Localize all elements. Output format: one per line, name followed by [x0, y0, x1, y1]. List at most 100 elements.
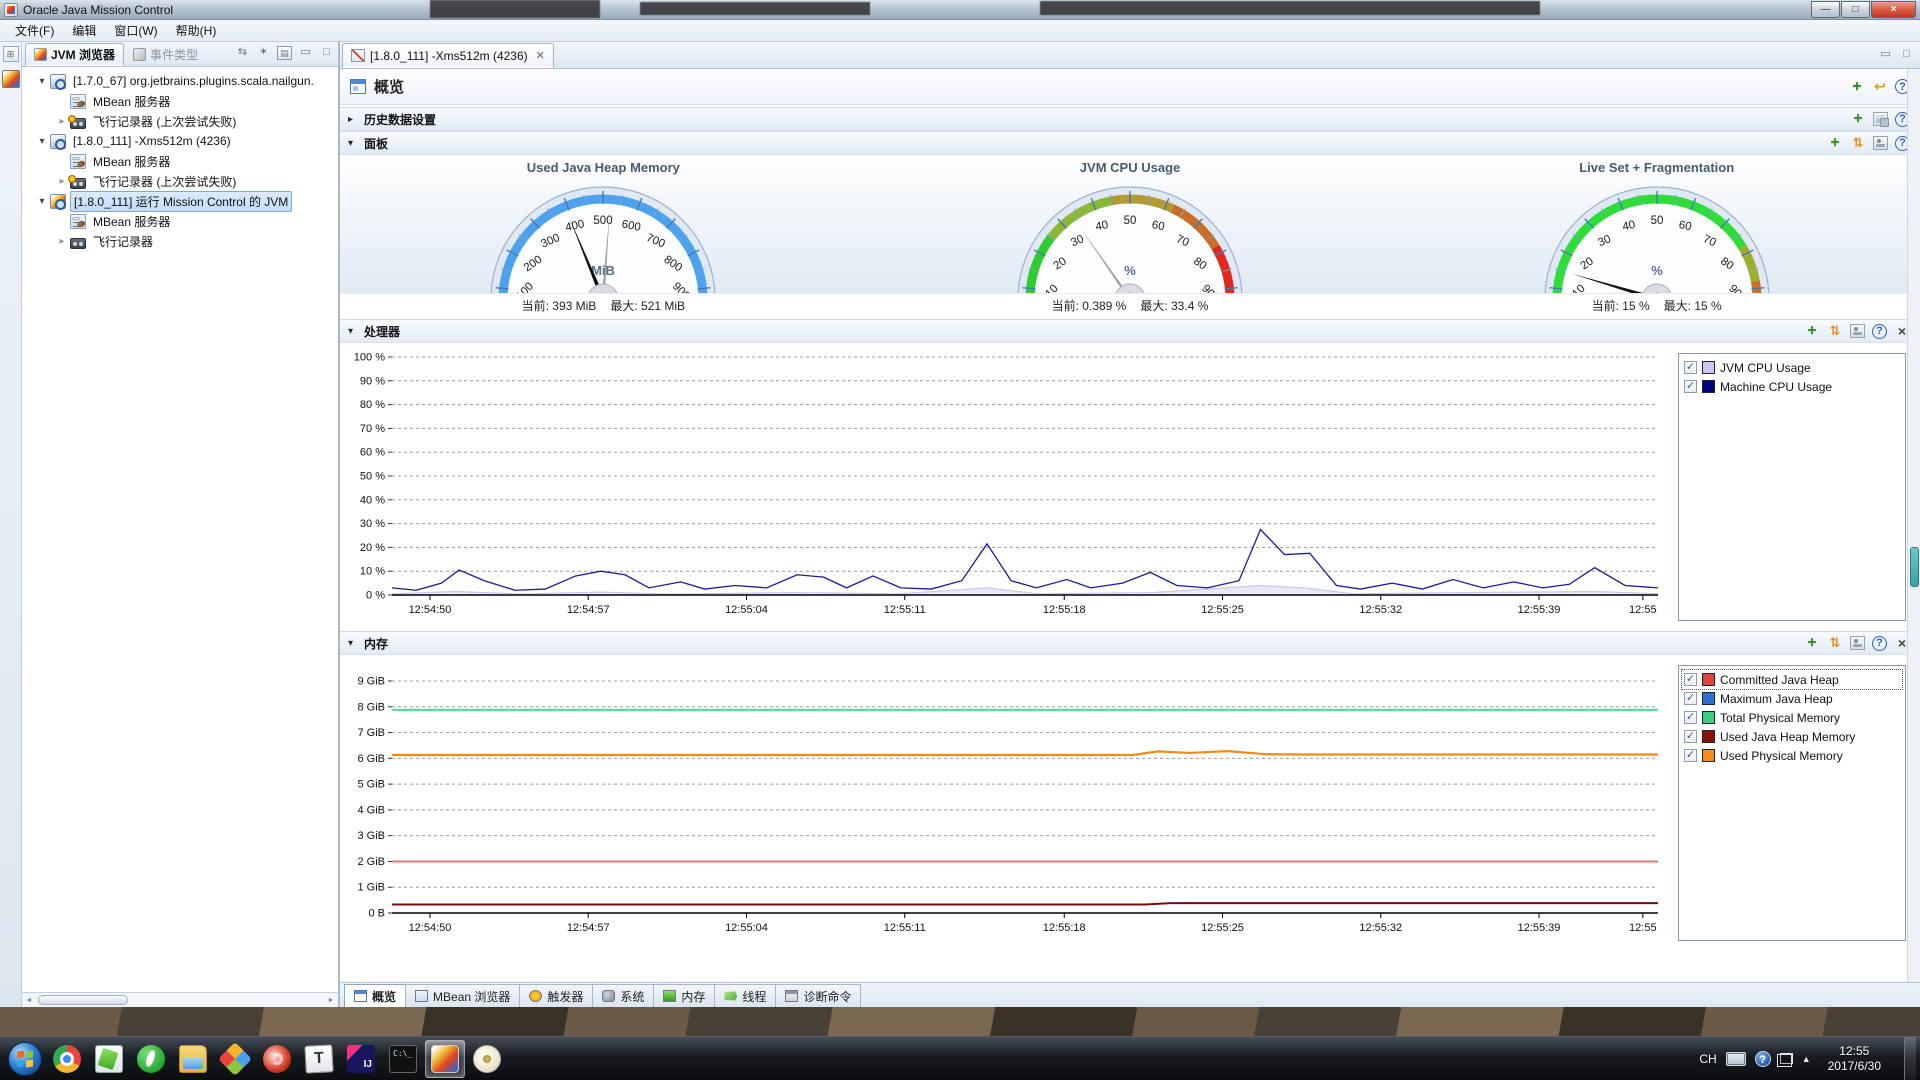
scroll-left-arrow[interactable]: ◄ — [22, 995, 36, 1006]
bottom-tab-触发器[interactable]: 触发器 — [519, 984, 594, 1007]
dashboard-section-header[interactable]: ▾ 面板 + ⇅? — [340, 131, 1920, 155]
green-app-icon[interactable] — [131, 1040, 171, 1078]
terminal-icon[interactable]: C:\_ — [383, 1040, 423, 1078]
expanded-arrow-icon[interactable]: ▾ — [348, 326, 358, 337]
add-attribute-icon[interactable]: + — [1850, 110, 1866, 127]
restore-view-icon[interactable]: ⊞ — [2, 46, 19, 62]
legend-checkbox[interactable]: ✓ — [1684, 749, 1697, 762]
editor-maximize-icon[interactable]: □ — [1899, 48, 1914, 62]
collapsed-arrow-icon[interactable]: ▸ — [348, 114, 358, 125]
panel-maximize-icon[interactable]: □ — [319, 46, 334, 60]
version-control-icon[interactable] — [215, 1040, 255, 1078]
legend-checkbox[interactable]: ✓ — [1684, 673, 1697, 686]
legend-checkbox[interactable]: ✓ — [1684, 692, 1697, 705]
new-connection-icon[interactable]: ✶ — [256, 46, 271, 60]
legend-row[interactable]: ✓ Total Physical Memory — [1682, 708, 1902, 727]
typora-icon[interactable]: T — [299, 1040, 339, 1078]
history-settings-section[interactable]: ▸ 历史数据设置 +? — [340, 107, 1920, 131]
bottom-tab-系统[interactable]: 系统 — [592, 984, 655, 1007]
legend-checkbox[interactable]: ✓ — [1684, 711, 1697, 724]
minimize-button[interactable]: — — [1811, 1, 1840, 18]
accessibility-table-icon[interactable] — [1850, 636, 1865, 650]
intellij-icon[interactable]: IJ — [341, 1040, 381, 1078]
language-indicator[interactable]: CH — [1699, 1052, 1716, 1066]
close-button[interactable]: × — [1871, 1, 1916, 18]
legend-row[interactable]: ✓ Used Physical Memory — [1682, 746, 1902, 765]
legend-row[interactable]: ✓ Used Java Heap Memory — [1682, 727, 1902, 746]
snail-app-icon[interactable] — [257, 1040, 297, 1078]
tree-row[interactable]: ▾ [1.7.0_67] org.jetbrains.plugins.scala.… — [22, 71, 338, 91]
tray-expand-icon[interactable]: ▲ — [1802, 1054, 1811, 1064]
bottom-tab-内存[interactable]: 内存 — [653, 984, 716, 1007]
chart-image-icon[interactable] — [1873, 112, 1889, 127]
add-attribute-icon[interactable]: + — [1827, 134, 1843, 151]
tree-row[interactable]: MBean 服务器 — [22, 151, 338, 171]
tree-row[interactable]: ▸ 飞行记录器 (上次尝试失败) — [22, 171, 338, 191]
reset-to-default-icon[interactable]: ↩ — [1872, 78, 1888, 95]
expanded-arrow-icon[interactable]: ▾ — [348, 138, 358, 149]
panel-minimize-icon[interactable]: ▭ — [298, 46, 313, 60]
start-button[interactable] — [5, 1040, 45, 1078]
expanded-arrow-icon[interactable]: ▾ — [348, 638, 358, 649]
legend-row[interactable]: ✓ Committed Java Heap — [1681, 669, 1903, 690]
bottom-tab-线程[interactable]: 线程 — [714, 984, 777, 1007]
editor-minimize-icon[interactable]: ▭ — [1878, 48, 1893, 62]
explorer-icon[interactable] — [173, 1040, 213, 1078]
show-desktop-button[interactable] — [1904, 1037, 1916, 1080]
expanded-expander-icon[interactable]: ▾ — [36, 136, 48, 147]
maximize-button[interactable]: □ — [1841, 1, 1870, 18]
legend-checkbox[interactable]: ✓ — [1684, 730, 1697, 743]
memory-section-header[interactable]: ▾ 内存 + ⇅? × — [340, 631, 1920, 655]
bottom-tab-概览[interactable]: 概览 — [344, 984, 407, 1007]
link-editor-icon[interactable]: ⇆ — [235, 46, 250, 60]
sidebar-tab-jvm-browser[interactable]: JVM 浏览器 — [25, 43, 125, 66]
tree-row[interactable]: MBean 服务器 — [22, 211, 338, 231]
help-icon[interactable]: ? — [1872, 323, 1887, 339]
collapsed-expander-icon[interactable]: ▸ — [56, 116, 68, 127]
tray-window-icon[interactable] — [1776, 1053, 1793, 1067]
menu-item[interactable]: 文件(F) — [6, 20, 63, 41]
menu-item[interactable]: 编辑 — [63, 20, 105, 41]
add-attribute-icon[interactable]: + — [1849, 78, 1865, 95]
accessibility-table-icon[interactable] — [1873, 136, 1888, 150]
sidebar-tab-event-types[interactable]: 事件类型 — [124, 43, 207, 66]
clock[interactable]: 12:55 2017/6/30 — [1820, 1044, 1889, 1074]
legend-row[interactable]: ✓ Maximum Java Heap — [1682, 689, 1902, 708]
legend-row[interactable]: ✓ Machine CPU Usage — [1682, 377, 1902, 396]
legend-checkbox[interactable]: ✓ — [1684, 361, 1697, 374]
expanded-expander-icon[interactable]: ▾ — [36, 76, 48, 87]
update-interval-icon[interactable]: ⇅ — [1827, 323, 1843, 339]
collapsed-expander-icon[interactable]: ▸ — [56, 176, 68, 187]
bottom-tab-诊断命令[interactable]: 诊断命令 — [775, 984, 862, 1007]
editor-tab[interactable]: [1.8.0_111] -Xms512m (4236) ✕ — [342, 43, 554, 68]
add-attribute-icon[interactable]: + — [1804, 322, 1820, 339]
jar-app-icon[interactable] — [467, 1040, 507, 1078]
tree-row[interactable]: MBean 服务器 — [22, 91, 338, 111]
tree-row[interactable]: ▸ 飞行记录器 (上次尝试失败) — [22, 111, 338, 131]
editor-scrollbar[interactable] — [1907, 69, 1920, 982]
mission-control-icon[interactable] — [425, 1039, 465, 1078]
scrollbar-thumb[interactable] — [38, 995, 128, 1005]
menu-item[interactable]: 窗口(W) — [105, 20, 166, 41]
tree-row[interactable]: ▸ 飞行记录器 — [22, 231, 338, 251]
notepad-icon[interactable] — [89, 1040, 129, 1078]
update-interval-icon[interactable]: ⇅ — [1827, 635, 1843, 651]
tree-row[interactable]: ▾ [1.8.0_111] 运行 Mission Control 的 JVM — [22, 190, 338, 212]
collapsed-expander-icon[interactable]: ▸ — [56, 236, 68, 247]
tree-row[interactable]: ▾ [1.8.0_111] -Xms512m (4236) — [22, 131, 338, 151]
new-folder-icon[interactable]: ▤ — [277, 46, 292, 60]
accessibility-table-icon[interactable] — [1850, 324, 1865, 338]
legend-row[interactable]: ✓ JVM CPU Usage — [1682, 358, 1902, 377]
legend-checkbox[interactable]: ✓ — [1684, 380, 1697, 393]
expanded-expander-icon[interactable]: ▾ — [36, 196, 48, 207]
add-attribute-icon[interactable]: + — [1804, 634, 1820, 651]
tab-close-icon[interactable]: ✕ — [536, 49, 545, 62]
keyboard-icon[interactable] — [1725, 1051, 1746, 1066]
tray-help-icon[interactable]: ? — [1754, 1050, 1771, 1067]
scrollbar-marker[interactable] — [1910, 547, 1919, 587]
scroll-right-arrow[interactable]: ► — [324, 995, 338, 1006]
processor-section-header[interactable]: ▾ 处理器 + ⇅? × — [340, 319, 1920, 343]
jmc-fastview-icon[interactable] — [1, 70, 20, 88]
chrome-icon[interactable] — [47, 1040, 87, 1078]
sidebar-horizontal-scrollbar[interactable]: ◄ ► — [22, 992, 338, 1007]
